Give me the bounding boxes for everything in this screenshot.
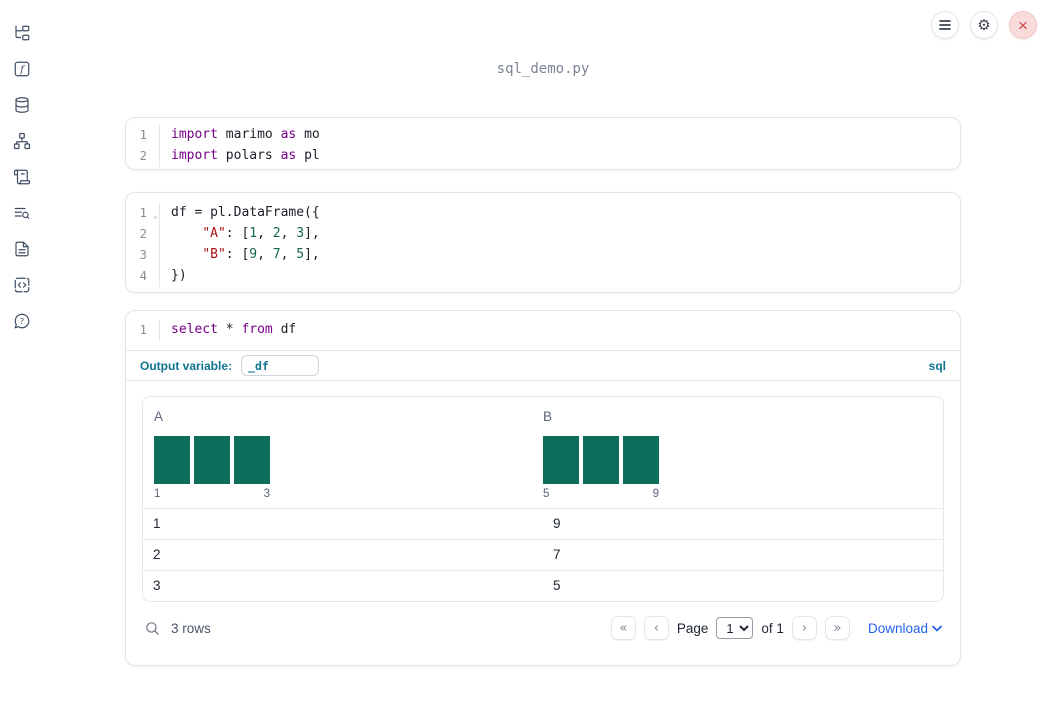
histogram-axis-labels: 1 3	[154, 488, 270, 500]
histogram-min-label: 1	[154, 488, 161, 500]
code-line: 1 select * from df	[126, 320, 960, 341]
code-line: 3 "B": [9, 7, 5],	[126, 245, 960, 266]
code-line: 2 import polars as pl	[126, 146, 960, 167]
last-page-button[interactable]: »	[824, 616, 850, 640]
sql-meta-row: Output variable: sql	[126, 351, 960, 381]
histogram-bar	[623, 436, 659, 484]
row-count: 3 rows	[171, 620, 211, 636]
code-line: 1 import marimo as mo	[126, 125, 960, 146]
column-name: A	[154, 409, 164, 424]
first-page-button[interactable]: «	[610, 616, 636, 640]
settings-button[interactable]: ⚙	[970, 11, 998, 39]
notebook-menu-button[interactable]	[931, 11, 959, 39]
data-sources-icon[interactable]	[13, 96, 31, 114]
table-row: 27	[143, 539, 943, 570]
gear-icon: ⚙	[977, 16, 991, 34]
next-page-button[interactable]: ›	[791, 616, 817, 640]
line-number-gutter: 3	[126, 245, 160, 266]
histogram-bar	[154, 436, 190, 484]
sql-cell: 1select * from df Output variable: sql A…	[125, 310, 961, 666]
code-line: 4})	[126, 266, 960, 287]
table-cell: 1	[153, 516, 161, 531]
column-header-a[interactable]: A 1 3	[154, 409, 543, 500]
code-editor[interactable]: 1 ⌄ df = pl.DataFrame({2 "A": [1, 2, 3], 3 …	[126, 193, 960, 297]
page-total-label: of 1	[761, 620, 784, 636]
histogram-bar	[234, 436, 270, 484]
page-select[interactable]: 1	[716, 617, 754, 639]
line-number-gutter: 2	[126, 224, 160, 245]
column-histogram	[154, 436, 543, 484]
help-icon[interactable]: ?	[13, 312, 31, 330]
dependencies-icon[interactable]	[13, 132, 31, 150]
histogram-max-label: 9	[652, 488, 659, 500]
column-histogram	[543, 436, 932, 484]
download-label: Download	[867, 620, 928, 636]
histogram-min-label: 5	[543, 488, 550, 500]
prev-page-button[interactable]: ‹	[643, 616, 669, 640]
svg-text:f: f	[19, 64, 26, 75]
sql-editor[interactable]: 1 select * from df	[126, 311, 960, 351]
line-number-gutter: 2	[126, 146, 160, 167]
pagination: « ‹ Page 1 of 1 › » Download	[610, 616, 942, 640]
table-cell: 2	[153, 547, 161, 562]
histogram-max-label: 3	[263, 488, 270, 500]
search-icon	[146, 621, 159, 635]
table-header: A 1 3 B 5 9	[143, 397, 943, 508]
language-badge: sql	[928, 358, 946, 373]
table-row: 19	[143, 508, 943, 539]
output-variable-input[interactable]	[241, 355, 320, 376]
download-menu[interactable]: Download	[868, 621, 942, 636]
shutdown-button[interactable]: ×	[1009, 11, 1037, 39]
table-row: 35	[143, 570, 943, 601]
helper-panel-sidebar: f ?	[0, 0, 44, 713]
table-body: 192735	[143, 508, 943, 601]
search-button[interactable]	[144, 620, 161, 637]
column-header-b[interactable]: B 5 9	[543, 409, 932, 500]
page-label: Page	[676, 620, 709, 636]
table-footer: 3 rows « ‹ Page 1 of 1 › » Download	[142, 611, 944, 645]
table-cell: 5	[553, 578, 561, 593]
file-explorer-icon[interactable]	[13, 24, 31, 42]
code-cell-dataframe[interactable]: 1 ⌄ df = pl.DataFrame({2 "A": [1, 2, 3], 3 …	[125, 192, 961, 293]
svg-text:?: ?	[20, 316, 24, 326]
table-cell: 7	[553, 547, 561, 562]
header-actions: ⚙ ×	[931, 11, 1037, 39]
line-number-gutter: 1	[126, 125, 160, 146]
line-number-gutter: 1	[126, 320, 160, 341]
histogram-axis-labels: 5 9	[543, 488, 659, 500]
line-number-gutter: 1 ⌄	[126, 203, 160, 224]
chevron-down-icon	[932, 625, 942, 631]
table-cell: 9	[553, 516, 561, 531]
cell-output: A 1 3 B 5 9 192735 3 rows « ‹ Page 1 of …	[126, 381, 960, 645]
variables-icon[interactable]: f	[13, 60, 31, 78]
logs-icon[interactable]	[13, 204, 31, 222]
column-name: B	[543, 409, 553, 424]
scratchpad-icon[interactable]	[13, 168, 31, 186]
line-number-gutter: 4	[126, 266, 160, 287]
histogram-bar	[543, 436, 579, 484]
code-line: 1 ⌄ df = pl.DataFrame({	[126, 203, 960, 224]
table-cell: 3	[153, 578, 161, 593]
histogram-bar	[583, 436, 619, 484]
snippets-icon[interactable]	[13, 276, 31, 294]
close-icon: ×	[1018, 15, 1028, 35]
code-line: 2 "A": [1, 2, 3],	[126, 224, 960, 245]
hamburger-icon	[939, 20, 951, 30]
output-variable-label: Output variable:	[140, 358, 233, 373]
code-editor[interactable]: 1 import marimo as mo 2 import polars as pl	[126, 118, 960, 174]
dataframe-table: A 1 3 B 5 9 192735	[142, 396, 944, 602]
code-cell-imports[interactable]: 1 import marimo as mo 2 import polars as pl	[125, 117, 961, 170]
fold-chevron-icon[interactable]: ⌄	[153, 206, 158, 226]
histogram-bar	[194, 436, 230, 484]
notebook-filename: sql_demo.py	[496, 61, 590, 77]
documentation-icon[interactable]	[13, 240, 31, 258]
